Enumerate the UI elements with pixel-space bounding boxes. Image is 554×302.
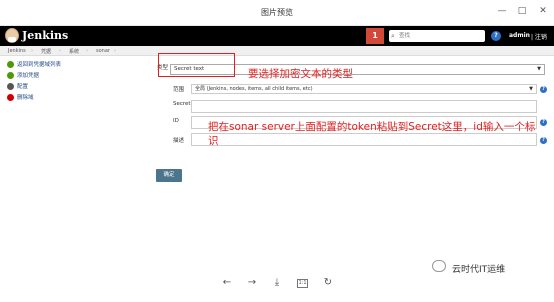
sidebar-item-delete-domain[interactable]: 删除域 [7,94,34,103]
breadcrumb-item-system[interactable]: 系统 [69,48,79,55]
sidebar-item-label: 删除域 [17,95,34,101]
user-link[interactable]: admin [509,32,530,39]
search-icon: ⌕ [391,32,395,40]
annotation-token-line2: 识 [208,135,219,147]
secret-label: Secret [173,101,191,107]
watermark-text: 云时代IT运维 [452,265,506,275]
highlight-box [158,53,235,77]
breadcrumb-item-sonar[interactable]: sonar [96,48,110,54]
maximize-icon[interactable]: □ [516,5,528,17]
minimize-icon[interactable]: — [496,5,508,17]
notification-badge[interactable]: 1 [366,28,384,44]
jenkins-logo-icon[interactable] [5,28,19,43]
logout-link[interactable]: | 注销 [531,32,547,41]
breadcrumb-separator: › [86,48,88,54]
description-label: 描述 [173,138,185,144]
up-arrow-icon [7,61,14,68]
ok-button[interactable]: 确定 [156,169,182,182]
annotation-token-line1: 把在sonar server上面配置的token粘贴到Secret这里，id输入… [208,121,536,133]
sidebar-item-label: 添加凭据 [17,73,40,79]
rotate-icon[interactable]: ↻ [321,276,335,290]
viewer-title: 图片预览 [261,8,293,17]
secret-field[interactable] [191,100,537,113]
sidebar-item-back-to-domains[interactable]: 返回到凭据域列表 [7,61,61,70]
delete-icon [7,94,14,101]
breadcrumb-separator: › [59,48,61,54]
gear-icon [7,83,14,90]
scope-help-icon[interactable]: ? [540,86,547,93]
viewer-titlebar: 图片预览 — □ ✕ [0,0,554,26]
chevron-down-icon: ▼ [537,66,541,72]
annotation-select-type: 要选择加密文本的类型 [248,68,353,80]
sidebar-item-configure[interactable]: 配置 [7,83,28,92]
download-icon[interactable]: ⤓ [270,276,284,290]
help-icon[interactable]: ? [491,31,501,41]
breadcrumb: Jenkins › 凭据 › 系统 › sonar › [0,46,554,56]
breadcrumb-separator: › [31,48,33,54]
close-icon[interactable]: ✕ [537,5,549,17]
search-placeholder: 查找 [399,33,411,39]
breadcrumb-separator: › [114,48,116,54]
description-field[interactable] [191,133,537,146]
scope-label: 范围 [173,87,185,93]
sidebar-item-label: 返回到凭据域列表 [17,62,62,68]
actual-size-icon[interactable]: 1:1 [297,279,308,288]
search-input[interactable]: ⌕ 查找 [389,30,485,42]
next-icon[interactable]: → [245,276,259,290]
id-help-icon[interactable]: ? [540,119,547,126]
sidebar-item-label: 配置 [17,84,29,90]
prev-icon[interactable]: ← [220,276,234,290]
wechat-icon [432,260,446,272]
sidebar-item-add-credentials[interactable]: 添加凭据 [7,72,39,81]
id-label: ID [173,118,179,124]
breadcrumb-item-jenkins[interactable]: Jenkins [8,48,26,54]
breadcrumb-item-credentials[interactable]: 凭据 [41,48,51,55]
scope-select-value: 全局 (Jenkins, nodes, items, all child ite… [195,86,313,92]
add-icon [7,72,14,79]
description-help-icon[interactable]: ? [540,137,547,144]
jenkins-brand[interactable]: Jenkins [22,29,68,42]
scope-select[interactable]: 全局 (Jenkins, nodes, items, all child ite… [191,84,537,94]
chevron-down-icon: ▼ [529,86,533,92]
